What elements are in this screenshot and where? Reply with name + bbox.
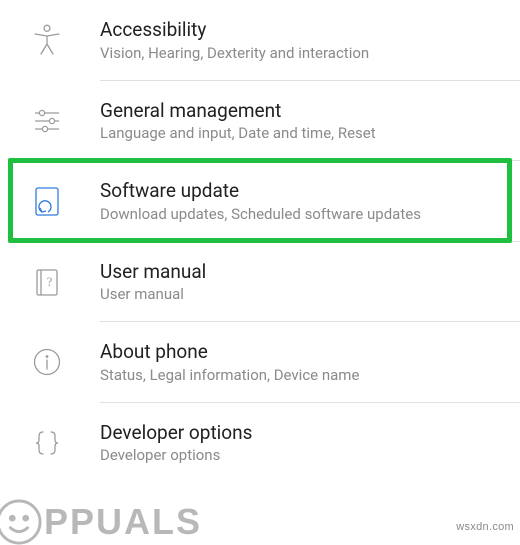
settings-item-subtitle: Language and input, Date and time, Reset xyxy=(100,124,500,143)
settings-item-subtitle: User manual xyxy=(100,285,500,304)
settings-item-accessibility[interactable]: Accessibility Vision, Hearing, Dexterity … xyxy=(0,0,520,81)
settings-item-title: Software update xyxy=(100,179,500,203)
settings-item-text: User manualUser manual xyxy=(100,260,500,305)
watermark-logo-icon xyxy=(0,499,42,545)
settings-item-software-update[interactable]: Software update Download updates, Schedul… xyxy=(0,161,520,242)
sliders-icon xyxy=(22,104,72,138)
settings-item-subtitle: Developer options xyxy=(100,446,500,465)
info-icon xyxy=(22,345,72,379)
settings-item-text: Accessibility Vision, Hearing, Dexterity … xyxy=(100,18,500,63)
settings-item-title: About phone xyxy=(100,340,500,364)
settings-item-text: Software update Download updates, Schedul… xyxy=(100,179,500,224)
source-watermark: wsxdn.com xyxy=(456,521,514,533)
svg-text:?: ? xyxy=(47,274,53,289)
settings-item-text: About phone Status, Legal information, De… xyxy=(100,340,500,385)
settings-item-general-management[interactable]: General managementLanguage and input, Da… xyxy=(0,81,520,162)
settings-item-title: Developer options xyxy=(100,421,500,445)
settings-item-title: User manual xyxy=(100,260,500,284)
settings-item-developer-options[interactable]: Developer optionsDeveloper options xyxy=(0,403,520,484)
settings-item-subtitle: Vision, Hearing, Dexterity and interacti… xyxy=(100,44,500,63)
settings-item-text: General managementLanguage and input, Da… xyxy=(100,99,500,144)
settings-item-title: General management xyxy=(100,99,500,123)
settings-item-about-phone[interactable]: About phone Status, Legal information, De… xyxy=(0,322,520,403)
braces-icon xyxy=(22,426,72,460)
settings-item-title: Accessibility xyxy=(100,18,500,42)
settings-item-subtitle: Status, Legal information, Device name xyxy=(100,366,500,385)
watermark: PPUALS xyxy=(0,499,202,545)
settings-item-text: Developer optionsDeveloper options xyxy=(100,421,500,466)
update-icon xyxy=(22,184,72,218)
book-icon: ? xyxy=(22,265,72,299)
settings-list: Accessibility Vision, Hearing, Dexterity … xyxy=(0,0,520,483)
accessibility-icon xyxy=(22,23,72,57)
settings-item-subtitle: Download updates, Scheduled software upd… xyxy=(100,205,500,224)
settings-item-user-manual[interactable]: ? User manualUser manual xyxy=(0,242,520,323)
